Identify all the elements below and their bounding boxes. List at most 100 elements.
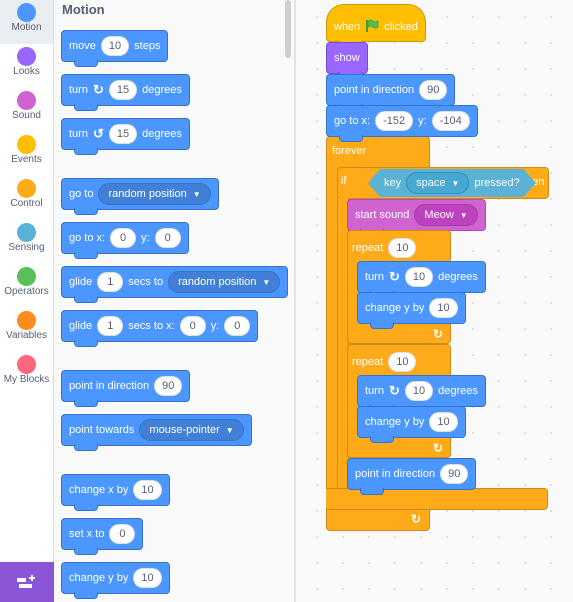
block-text: secs to bbox=[128, 276, 164, 288]
change-y-block[interactable]: change y by 10 bbox=[357, 406, 466, 443]
palette-scrollbar[interactable] bbox=[284, 0, 292, 602]
y-change-input[interactable]: 10 bbox=[429, 412, 458, 432]
block-glide-xy[interactable]: glide 1 secs to x: 0 y: 0 bbox=[61, 310, 259, 347]
x-input[interactable]: 0 bbox=[110, 228, 137, 248]
caret-down-icon: ▼ bbox=[192, 189, 201, 199]
scratch-editor: Motion Looks Sound Events Control Sensing Oper… bbox=[0, 0, 573, 602]
category-label: Events bbox=[11, 154, 42, 165]
script-workspace[interactable]: forever ↻ if then key space▼ pressed? wh… bbox=[296, 0, 573, 602]
block-text: start sound bbox=[355, 209, 410, 221]
y-change-input[interactable]: 10 bbox=[133, 568, 162, 588]
turn-right-block[interactable]: turn ↻ 10 degrees bbox=[357, 261, 486, 298]
x-input[interactable]: -152 bbox=[375, 111, 414, 131]
block-text: change y by bbox=[365, 302, 425, 314]
category-sensing[interactable]: Sensing bbox=[0, 220, 53, 264]
y-input[interactable]: -104 bbox=[431, 111, 470, 131]
sound-dropdown[interactable]: Meow ▼ bbox=[414, 204, 478, 226]
block-go-to[interactable]: go to random position ▼ bbox=[61, 178, 219, 215]
repeat-header: repeat 10 bbox=[352, 238, 417, 258]
block-turn-right[interactable]: turn ↻ 15 degrees bbox=[61, 74, 190, 111]
category-label: Looks bbox=[13, 66, 40, 77]
block-text: glide bbox=[69, 276, 93, 288]
category-color-dot-icon bbox=[17, 91, 36, 110]
block-turn-left[interactable]: turn ↺ 15 degrees bbox=[61, 118, 190, 155]
y-change-input[interactable]: 10 bbox=[429, 298, 458, 318]
go-to-xy-block[interactable]: go to x: -152 y: -104 bbox=[326, 105, 478, 142]
block-move-steps[interactable]: move 10 steps bbox=[61, 30, 169, 67]
repeat-header: repeat 10 bbox=[352, 352, 417, 372]
show-block[interactable]: show bbox=[326, 42, 368, 79]
y-input[interactable]: 0 bbox=[154, 228, 181, 248]
block-text: glide bbox=[69, 320, 93, 332]
point-in-direction-block[interactable]: point in direction 90 bbox=[326, 74, 456, 111]
category-color-dot-icon bbox=[17, 311, 36, 330]
block-text: turn bbox=[365, 385, 384, 397]
degrees-input[interactable]: 10 bbox=[404, 381, 434, 401]
degrees-input[interactable]: 10 bbox=[404, 267, 434, 287]
block-point-in-direction[interactable]: point in direction 90 bbox=[61, 370, 191, 407]
x-change-input[interactable]: 10 bbox=[133, 480, 162, 500]
category-control[interactable]: Control bbox=[0, 176, 53, 220]
change-y-block[interactable]: change y by 10 bbox=[357, 292, 466, 329]
block-text: degrees bbox=[142, 84, 182, 96]
caret-down-icon: ▼ bbox=[225, 425, 234, 435]
turn-right-block[interactable]: turn ↻ 10 degrees bbox=[357, 375, 486, 412]
block-change-y[interactable]: change y by 10 bbox=[61, 562, 170, 599]
block-text: repeat bbox=[352, 356, 384, 368]
category-variables[interactable]: Variables bbox=[0, 308, 53, 352]
block-text: repeat bbox=[352, 242, 384, 254]
block-text: point in direction bbox=[334, 84, 415, 96]
when-flag-clicked-block[interactable]: when clicked bbox=[326, 4, 426, 47]
block-set-x[interactable]: set x to 0 bbox=[61, 518, 144, 555]
loop-arrow-icon: ↻ bbox=[411, 512, 422, 526]
block-text: go to x: bbox=[334, 115, 371, 127]
category-motion[interactable]: Motion bbox=[0, 0, 53, 44]
category-looks[interactable]: Looks bbox=[0, 44, 53, 88]
x-input[interactable]: 0 bbox=[179, 316, 206, 336]
key-pressed-condition[interactable]: key space ▼ pressed? bbox=[368, 169, 536, 197]
block-change-x[interactable]: change x by 10 bbox=[61, 474, 170, 511]
repeat-count-input[interactable]: 10 bbox=[388, 238, 417, 258]
category-my-blocks[interactable]: My Blocks bbox=[0, 352, 53, 396]
target-dropdown[interactable]: random position ▼ bbox=[168, 271, 281, 293]
category-label: Sound bbox=[12, 110, 41, 121]
category-color-dot-icon bbox=[17, 355, 36, 374]
block-text: point in direction bbox=[355, 468, 436, 480]
degrees-input[interactable]: 15 bbox=[108, 80, 138, 100]
block-point-towards[interactable]: point towards mouse-pointer ▼ bbox=[61, 414, 252, 451]
target-dropdown[interactable]: mouse-pointer ▼ bbox=[139, 419, 244, 441]
add-extension-button[interactable] bbox=[0, 562, 54, 602]
direction-input[interactable]: 90 bbox=[419, 80, 448, 100]
block-text: y: bbox=[418, 115, 427, 127]
palette-scrollbar-thumb[interactable] bbox=[285, 0, 291, 58]
block-text: change x by bbox=[69, 484, 129, 496]
forever-label: forever bbox=[332, 145, 367, 157]
x-input[interactable]: 0 bbox=[109, 524, 136, 544]
category-label: Motion bbox=[11, 22, 42, 33]
category-color-dot-icon bbox=[17, 267, 36, 286]
target-dropdown[interactable]: random position ▼ bbox=[98, 183, 211, 205]
degrees-input[interactable]: 15 bbox=[108, 124, 138, 144]
steps-input[interactable]: 10 bbox=[100, 36, 130, 56]
category-label: My Blocks bbox=[3, 374, 50, 385]
rotate-right-icon: ↻ bbox=[388, 269, 400, 284]
start-sound-block[interactable]: start sound Meow ▼ bbox=[347, 199, 486, 236]
direction-input[interactable]: 90 bbox=[440, 464, 469, 484]
category-events[interactable]: Events bbox=[0, 132, 53, 176]
block-text: clicked bbox=[384, 21, 418, 33]
block-text: change y by bbox=[69, 572, 129, 584]
secs-input[interactable]: 1 bbox=[97, 272, 124, 292]
block-text: y: bbox=[141, 232, 150, 244]
block-glide-to[interactable]: glide 1 secs to random position ▼ bbox=[61, 266, 289, 303]
y-input[interactable]: 0 bbox=[224, 316, 251, 336]
key-dropdown[interactable]: space ▼ bbox=[406, 172, 469, 194]
caret-down-icon: ▼ bbox=[459, 210, 468, 220]
block-go-to-xy[interactable]: go to x: 0 y: 0 bbox=[61, 222, 189, 259]
point-in-direction-block[interactable]: point in direction 90 bbox=[347, 458, 477, 495]
block-text: y: bbox=[210, 320, 220, 332]
secs-input[interactable]: 1 bbox=[97, 316, 124, 336]
direction-input[interactable]: 90 bbox=[154, 376, 183, 396]
repeat-count-input[interactable]: 10 bbox=[388, 352, 417, 372]
category-operators[interactable]: Operators bbox=[0, 264, 53, 308]
category-sound[interactable]: Sound bbox=[0, 88, 53, 132]
